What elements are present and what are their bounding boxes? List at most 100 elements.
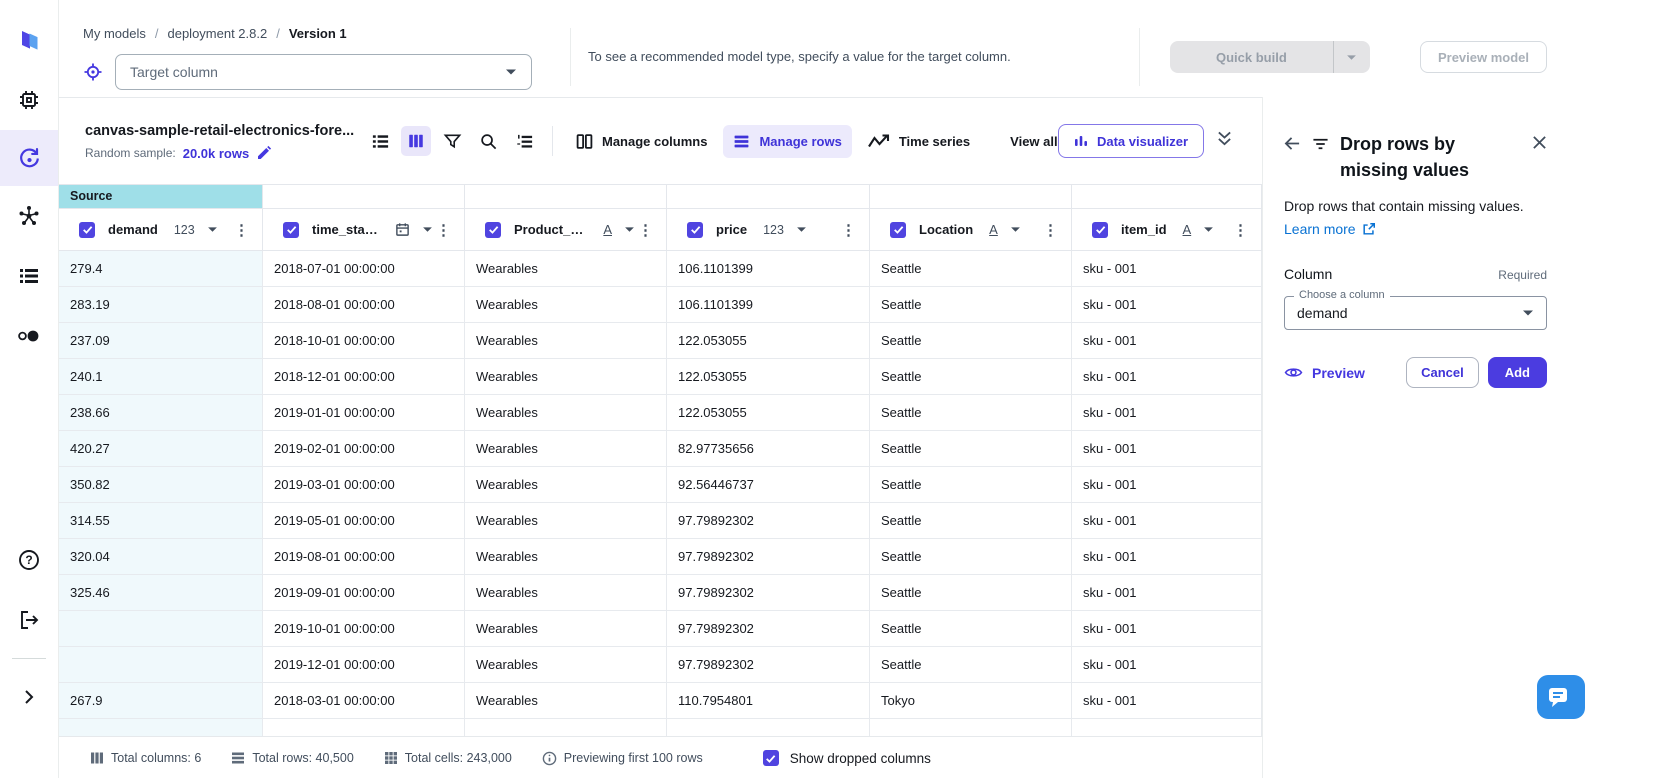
table-row: 314.552019-05-01 00:00:00Wearables97.798…	[59, 503, 1262, 539]
list-icon[interactable]	[0, 246, 58, 306]
filter-lines-icon	[1312, 135, 1329, 152]
back-arrow-icon[interactable]	[1284, 135, 1301, 152]
sample-label: Random sample:	[85, 146, 176, 160]
column-menu-icon[interactable]: ⋮	[1230, 221, 1251, 239]
table-row: 350.822019-03-01 00:00:00Wearables92.564…	[59, 467, 1262, 503]
column-name: Location	[919, 222, 973, 237]
table-cell: 97.79892302	[667, 539, 870, 575]
columns-icon	[576, 133, 593, 150]
chevron-down-icon	[796, 226, 807, 233]
column-header-price[interactable]: price123⋮	[667, 209, 870, 251]
field-legend: Choose a column	[1294, 289, 1390, 301]
column-menu-icon[interactable]: ⋮	[1040, 221, 1061, 239]
table-row: 279.42018-07-01 00:00:00Wearables106.110…	[59, 251, 1262, 287]
table-cell: 240.1	[59, 359, 263, 395]
column-sort-caret[interactable]	[796, 226, 807, 233]
column-field-label: Column	[1284, 266, 1332, 282]
preview-model-button[interactable]: Preview model	[1420, 41, 1547, 73]
table-cell: Wearables	[465, 611, 667, 647]
source-band: Source	[59, 185, 1262, 209]
column-view-icon[interactable]	[401, 126, 431, 156]
expand-sidebar-icon[interactable]	[0, 667, 58, 727]
canvas-logo-icon[interactable]	[0, 10, 58, 70]
list-view-icon[interactable]	[365, 126, 395, 156]
quick-build-caret[interactable]	[1333, 41, 1370, 73]
breadcrumb-deployment[interactable]: deployment 2.8.2	[167, 26, 267, 41]
connections-icon[interactable]	[0, 186, 58, 246]
chevron-down-icon	[1522, 309, 1534, 317]
column-checkbox[interactable]	[890, 222, 906, 238]
table-cell: sku - 001	[1072, 683, 1262, 719]
column-sort-caret[interactable]	[624, 226, 635, 233]
table-cell: 2018-07-01 00:00:00	[263, 251, 465, 287]
column-menu-icon[interactable]: ⋮	[231, 221, 252, 239]
time-series-button[interactable]: Time series	[858, 126, 980, 157]
manage-columns-button[interactable]: Manage columns	[566, 125, 717, 158]
column-checkbox[interactable]	[485, 222, 501, 238]
edit-pencil-icon[interactable]	[256, 145, 272, 161]
left-nav-sidebar: ?	[0, 0, 59, 778]
table-cell: Tokyo	[870, 683, 1072, 719]
column-header-product-c-[interactable]: Product_c...A⋮	[465, 209, 667, 251]
sidebar-item-models-active[interactable]	[0, 130, 58, 186]
table-cell: sku - 001	[1072, 359, 1262, 395]
quick-build-button[interactable]: Quick build	[1170, 41, 1333, 73]
chat-fab-button[interactable]	[1537, 675, 1585, 719]
column-sort-caret[interactable]	[1203, 226, 1214, 233]
column-sort-caret[interactable]	[207, 226, 218, 233]
data-visualizer-button[interactable]: Data visualizer	[1058, 124, 1204, 158]
sign-out-icon[interactable]	[0, 590, 58, 650]
table-cell: sku - 001	[1072, 647, 1262, 683]
choose-column-select[interactable]: Choose a column demand	[1284, 296, 1547, 330]
column-sort-caret[interactable]	[1010, 226, 1021, 233]
filter-icon[interactable]	[437, 126, 467, 156]
table-cell: 97.79892302	[667, 647, 870, 683]
column-menu-icon[interactable]: ⋮	[838, 221, 859, 239]
manage-rows-button[interactable]: Manage rows	[723, 125, 851, 158]
column-header-location[interactable]: LocationA⋮	[870, 209, 1072, 251]
quick-build-split-button[interactable]: Quick build	[1170, 41, 1370, 73]
table-cell: 2019-02-01 00:00:00	[263, 431, 465, 467]
target-column-select[interactable]: Target column	[115, 54, 532, 90]
table-cell: Seattle	[870, 467, 1072, 503]
show-dropped-columns-checkbox[interactable]: Show dropped columns	[763, 750, 931, 766]
dataset-name: canvas-sample-retail-electronics-fore...	[85, 123, 354, 139]
drop-rows-panel: Drop rows by missing values Drop rows th…	[1262, 97, 1568, 778]
preview-link[interactable]: Preview	[1284, 365, 1365, 381]
column-checkbox[interactable]	[283, 222, 299, 238]
close-icon[interactable]	[1532, 135, 1547, 150]
breadcrumb-separator: /	[276, 26, 280, 41]
chevron-down-icon	[505, 68, 517, 76]
search-icon[interactable]	[473, 126, 503, 156]
table-cell: sku - 001	[1072, 431, 1262, 467]
ab-circles-icon[interactable]	[0, 306, 58, 366]
column-header-item-id[interactable]: item_idA⋮	[1072, 209, 1262, 251]
column-header-demand[interactable]: demand123⋮	[59, 209, 263, 251]
checkbox-checked[interactable]	[763, 750, 779, 766]
column-checkbox[interactable]	[1092, 222, 1108, 238]
column-checkbox[interactable]	[687, 222, 703, 238]
ordered-list-icon[interactable]	[509, 126, 539, 156]
add-button[interactable]: Add	[1488, 357, 1547, 388]
data-table: Source demand123⋮time_stamp⋮Product_c...…	[59, 184, 1262, 736]
cancel-button[interactable]: Cancel	[1406, 357, 1479, 388]
table-cell: 2019-08-01 00:00:00	[263, 539, 465, 575]
breadcrumb-my-models[interactable]: My models	[83, 26, 146, 41]
column-name: demand	[108, 222, 158, 237]
learn-more-link[interactable]: Learn more	[1284, 221, 1376, 237]
column-header-time-stamp[interactable]: time_stamp⋮	[263, 209, 465, 251]
help-icon[interactable]: ?	[0, 530, 58, 590]
column-menu-icon[interactable]: ⋮	[433, 221, 454, 239]
table-row: 2019-10-01 00:00:00Wearables97.79892302S…	[59, 611, 1262, 647]
collapse-toolbar-icon[interactable]	[1217, 130, 1232, 147]
table-cell: Seattle	[870, 323, 1072, 359]
table-cell: Seattle	[870, 647, 1072, 683]
bar-chart-icon	[1074, 134, 1088, 148]
table-cell: sku - 001	[1072, 467, 1262, 503]
column-checkbox[interactable]	[79, 222, 95, 238]
column-menu-icon[interactable]: ⋮	[635, 221, 656, 239]
chip-icon[interactable]	[0, 70, 58, 130]
sample-rows-link[interactable]: 20.0k rows	[183, 146, 250, 161]
column-sort-caret[interactable]	[422, 226, 433, 233]
table-cell: Seattle	[870, 287, 1072, 323]
